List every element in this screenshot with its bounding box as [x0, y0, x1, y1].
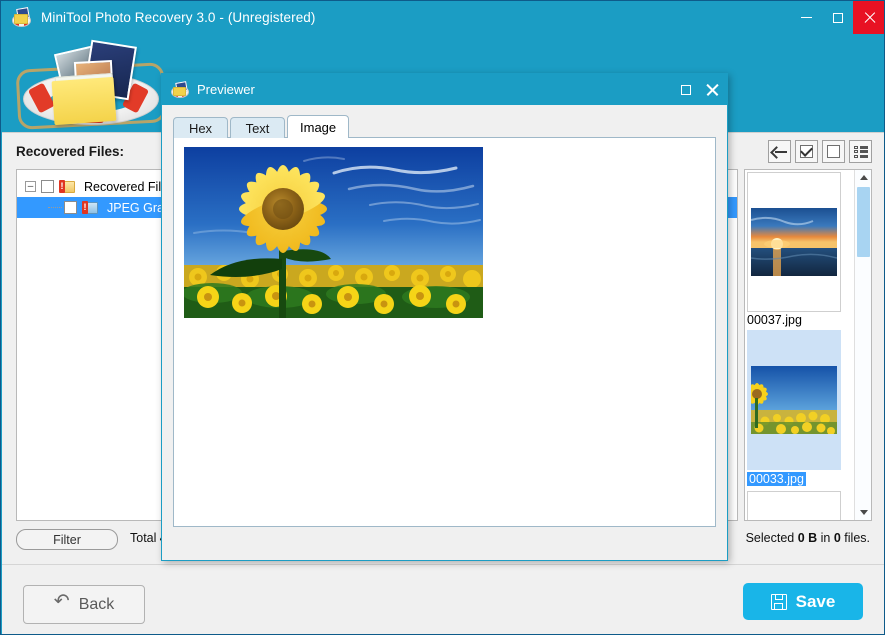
save-button[interactable]: Save	[743, 583, 863, 620]
thumbnail-image	[751, 366, 837, 434]
page-title: Recovered Files:	[16, 144, 124, 159]
scroll-up-arrow-icon[interactable]	[855, 170, 872, 185]
maximize-icon	[833, 13, 843, 23]
back-arrow-button[interactable]	[768, 140, 791, 163]
dialog-controls	[673, 74, 725, 105]
dialog-title: Previewer	[197, 82, 255, 97]
list-item[interactable]	[747, 491, 841, 520]
window-title: MiniTool Photo Recovery 3.0 - (Unregiste…	[41, 10, 316, 25]
product-logo-icon	[15, 37, 165, 129]
list-item[interactable]	[747, 172, 841, 312]
tab-hex[interactable]: Hex	[173, 117, 228, 138]
minimize-button[interactable]	[791, 1, 822, 34]
application-window: MiniTool Photo Recovery 3.0 - (Unregiste…	[0, 0, 885, 635]
maximize-icon	[681, 85, 691, 95]
selected-status-text: Selected 0 B in 0 files.	[746, 531, 870, 545]
app-logo-icon	[11, 7, 33, 29]
title-bar: MiniTool Photo Recovery 3.0 - (Unregiste…	[1, 1, 885, 34]
filter-button[interactable]: Filter	[16, 529, 118, 550]
list-item[interactable]	[747, 330, 841, 470]
tab-text[interactable]: Text	[230, 117, 285, 138]
floppy-disk-icon	[771, 594, 787, 610]
save-button-label: Save	[796, 592, 836, 612]
scroll-down-arrow-icon[interactable]	[855, 505, 872, 520]
dialog-maximize-button[interactable]	[673, 74, 699, 105]
preview-panel	[173, 137, 716, 527]
close-icon	[706, 83, 719, 96]
minimize-icon	[801, 17, 812, 18]
tab-image[interactable]: Image	[287, 115, 349, 138]
tree-connector	[48, 207, 62, 209]
folder-warning-icon: !	[59, 180, 75, 193]
tree-checkbox[interactable]	[41, 180, 54, 193]
close-button[interactable]	[853, 1, 885, 34]
tree-checkbox[interactable]	[64, 201, 77, 214]
undo-arrow-icon	[54, 597, 70, 613]
file-panel-scrollbar[interactable]	[854, 170, 871, 520]
deselect-all-button[interactable]	[822, 140, 845, 163]
preview-image	[184, 147, 483, 318]
close-icon	[864, 12, 876, 24]
empty-box-icon	[827, 145, 840, 158]
view-toolbar	[768, 140, 872, 163]
thumbnail-image	[751, 208, 837, 276]
file-type-warning-icon: !	[82, 201, 98, 214]
list-view-button[interactable]	[849, 140, 872, 163]
dialog-title-bar: Previewer	[162, 74, 727, 105]
scrollbar-thumb[interactable]	[857, 187, 870, 257]
select-all-button[interactable]	[795, 140, 818, 163]
selected-prefix: Selected	[746, 531, 798, 545]
dialog-close-button[interactable]	[699, 74, 725, 105]
checked-box-icon	[800, 145, 813, 158]
window-controls	[791, 1, 885, 34]
list-view-icon	[854, 146, 868, 158]
back-button-label: Back	[79, 596, 115, 614]
footer-bar: Back Save	[2, 564, 884, 635]
selected-mid: in	[817, 531, 834, 545]
collapse-icon[interactable]: –	[25, 181, 36, 192]
file-name-label: 00033.jpg	[747, 472, 806, 486]
dialog-logo-icon	[171, 82, 189, 98]
file-name-label: 00037.jpg	[747, 313, 855, 327]
maximize-button[interactable]	[822, 1, 853, 34]
tree-item-label: Recovered Fil	[81, 179, 164, 195]
preview-tabs: Hex Text Image	[173, 115, 351, 138]
selected-count: 0	[834, 531, 841, 545]
selected-suffix: files.	[841, 531, 870, 545]
total-prefix: Total	[130, 531, 160, 545]
back-button[interactable]: Back	[23, 585, 145, 624]
previewer-dialog: Previewer Hex Text Image	[161, 73, 728, 561]
selected-size: 0 B	[798, 531, 817, 545]
file-thumbnail-panel[interactable]: 00037.jpg	[744, 169, 872, 521]
left-arrow-icon	[772, 147, 787, 157]
file-list: 00037.jpg	[745, 170, 855, 520]
